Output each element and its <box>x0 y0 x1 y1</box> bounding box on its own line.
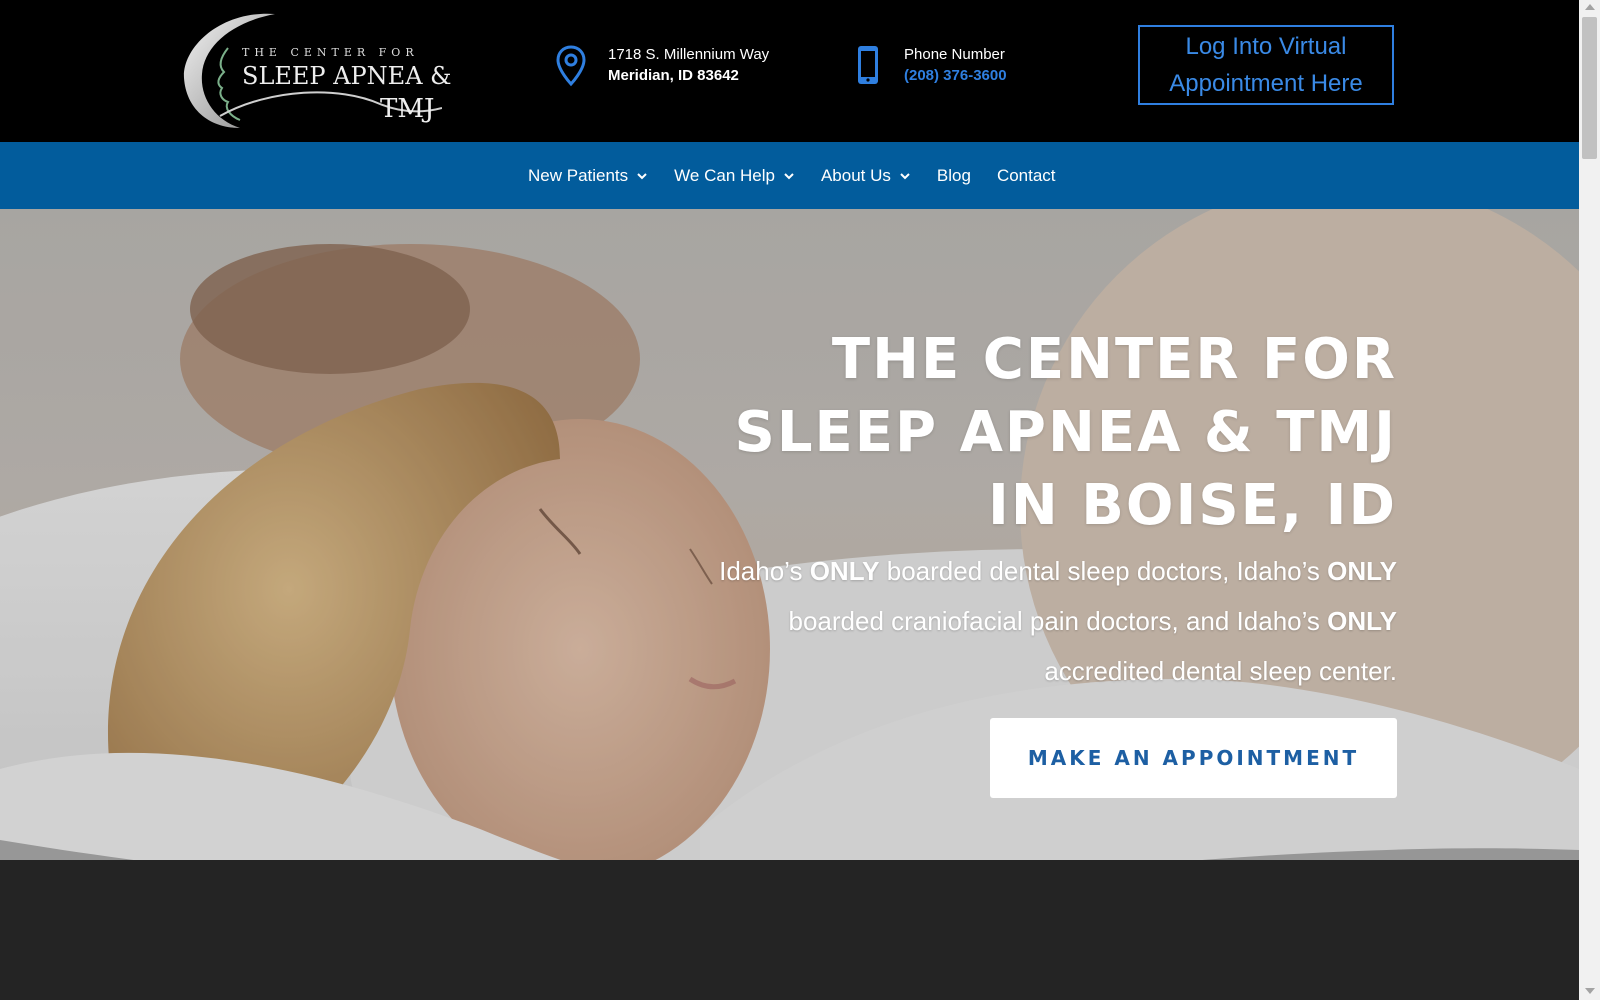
main-navigation: New Patients We Can Help About Us Blog C… <box>0 142 1579 209</box>
nav-item-label: Contact <box>996 165 1056 185</box>
phone-number-link[interactable]: (208) 376-3600 <box>904 65 1007 86</box>
top-header: THE CENTER FOR SLEEP APNEA & TMJ 1718 S.… <box>0 0 1579 142</box>
address-street: 1718 S. Millennium Way <box>608 46 770 63</box>
nav-item-label: New Patients <box>528 165 629 185</box>
scroll-down-arrow-icon[interactable] <box>1585 988 1595 994</box>
nav-item-label: We Can Help <box>674 165 775 185</box>
subtitle-text: accredited dental sleep center. <box>1044 656 1397 686</box>
address-city: Meridian, ID 83642 <box>608 67 739 84</box>
page-scrollbar[interactable] <box>1579 0 1600 1000</box>
subtitle-emphasis: ONLY <box>1327 556 1397 586</box>
site-logo[interactable]: THE CENTER FOR SLEEP APNEA & TMJ <box>180 8 452 134</box>
nav-item-blog[interactable]: Blog <box>937 166 971 186</box>
page: THE CENTER FOR SLEEP APNEA & TMJ 1718 S.… <box>0 0 1579 1000</box>
logo-line-1: THE CENTER FOR <box>242 46 419 59</box>
address-block: 1718 S. Millennium Way Meridian, ID 8364… <box>554 44 769 88</box>
nav-item-we-can-help[interactable]: We Can Help <box>674 166 795 186</box>
scroll-up-arrow-icon[interactable] <box>1585 4 1595 10</box>
hero-section: THE CENTER FOR SLEEP APNEA & TMJ IN BOIS… <box>0 209 1579 909</box>
phone-block: Phone Number (208) 376-3600 <box>850 44 1007 88</box>
nav-item-about-us[interactable]: About Us <box>821 166 911 186</box>
logo-line-3: TMJ <box>380 94 435 124</box>
virtual-appointment-login-button[interactable]: Log Into Virtual Appointment Here <box>1138 25 1394 105</box>
nav-menu: New Patients We Can Help About Us Blog C… <box>528 142 1082 209</box>
hero-title: THE CENTER FOR SLEEP APNEA & TMJ IN BOIS… <box>734 327 1397 538</box>
subtitle-emphasis: ONLY <box>1327 606 1397 636</box>
subtitle-text: boarded dental sleep doctors, Idaho’s <box>879 556 1328 586</box>
subtitle-text: Idaho’s <box>719 556 810 586</box>
dark-content-band <box>0 860 1579 1000</box>
subtitle-text: boarded craniofacial pain doctors, and I… <box>788 606 1328 636</box>
logo-line-2: SLEEP APNEA & <box>242 62 452 90</box>
nav-item-label: Blog <box>936 165 971 185</box>
phone-label: Phone Number <box>904 46 1005 63</box>
scrollbar-thumb[interactable] <box>1582 17 1597 159</box>
mobile-phone-icon <box>858 46 878 84</box>
subtitle-emphasis: ONLY <box>809 556 880 586</box>
chevron-down-icon <box>784 172 794 179</box>
nav-item-new-patients[interactable]: New Patients <box>528 166 648 186</box>
make-appointment-button[interactable]: MAKE AN APPOINTMENT <box>990 718 1397 798</box>
nav-item-label: About Us <box>820 165 891 185</box>
map-pin-icon <box>556 45 586 87</box>
chevron-down-icon <box>637 172 647 179</box>
hero-subtitle: Idaho’s ONLY boarded dental sleep doctor… <box>697 546 1397 696</box>
chevron-down-icon <box>900 172 910 179</box>
nav-item-contact[interactable]: Contact <box>997 166 1056 186</box>
